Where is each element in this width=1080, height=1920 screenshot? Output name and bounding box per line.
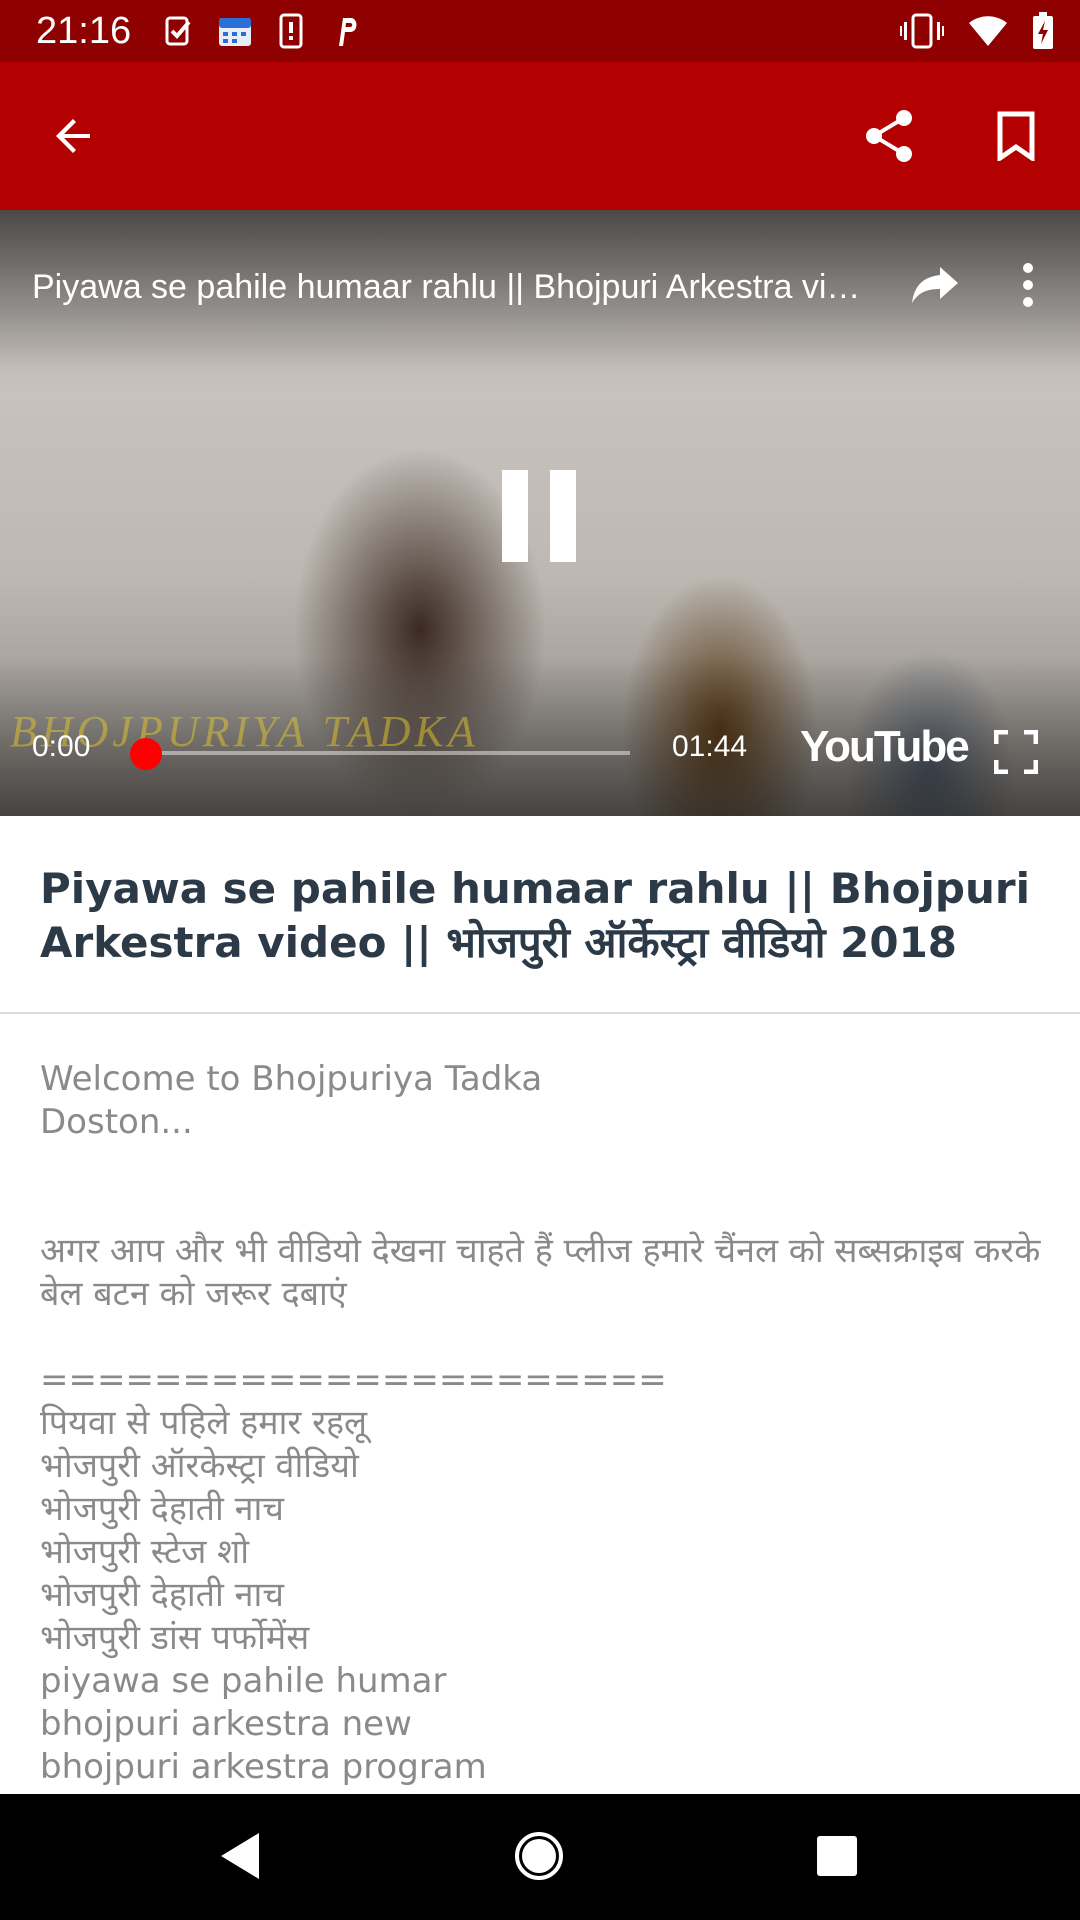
status-notification-icons xyxy=(162,12,364,50)
fullscreen-button[interactable] xyxy=(993,729,1039,775)
page-title: Piyawa se pahile humaar rahlu || Bhojpur… xyxy=(40,864,1030,967)
back-button[interactable] xyxy=(26,88,122,184)
nav-home-button[interactable] xyxy=(494,1816,584,1896)
system-nav-bar xyxy=(0,1794,1080,1920)
description-paragraph: ====================== पियवा से पहिले हम… xyxy=(40,1360,667,1787)
share-button[interactable] xyxy=(842,88,938,184)
nav-recent-icon xyxy=(817,1836,857,1876)
description-paragraph: Welcome to Bhojpuriya Tadka Doston... xyxy=(40,1059,543,1142)
back-arrow-icon xyxy=(56,119,90,153)
share-arrow-icon xyxy=(912,267,958,303)
nav-recent-button[interactable] xyxy=(792,1816,882,1896)
bookmark-button[interactable] xyxy=(968,88,1064,184)
p-app-icon xyxy=(330,12,364,50)
progress-scrubber[interactable] xyxy=(130,738,162,770)
nav-back-button[interactable] xyxy=(196,1816,286,1896)
bookmark-icon xyxy=(997,111,1035,161)
calendar-icon xyxy=(218,12,252,50)
phone-alert-icon xyxy=(274,12,308,50)
pause-button[interactable] xyxy=(494,470,584,562)
video-share-button[interactable] xyxy=(900,250,970,320)
more-vertical-icon xyxy=(1023,263,1033,307)
status-system-icons xyxy=(900,12,1054,54)
fullscreen-icon xyxy=(993,729,1039,775)
video-description: Welcome to Bhojpuriya Tadka Doston... अग… xyxy=(40,1058,1050,1789)
share-icon xyxy=(866,110,912,162)
progress-bar[interactable] xyxy=(144,751,630,755)
video-more-button[interactable] xyxy=(998,250,1058,320)
task-check-icon xyxy=(162,12,196,50)
total-time: 01:44 xyxy=(672,730,748,763)
nav-back-icon xyxy=(221,1833,259,1879)
video-title[interactable]: Piyawa se pahile humaar rahlu || Bhojpur… xyxy=(32,262,862,308)
description-paragraph xyxy=(40,1144,1050,1230)
pause-bar-left xyxy=(502,470,528,562)
title-section: Piyawa se pahile humaar rahlu || Bhojpur… xyxy=(0,816,1080,1014)
nav-home-icon xyxy=(515,1832,563,1880)
video-player[interactable]: Piyawa se pahile humaar rahlu || Bhojpur… xyxy=(0,210,1080,816)
youtube-logo[interactable]: YouTube xyxy=(800,722,970,772)
battery-charging-icon xyxy=(1032,12,1054,54)
current-time: 0:00 xyxy=(32,730,91,763)
status-bar: 21:16 xyxy=(0,0,1080,62)
app-toolbar xyxy=(0,62,1080,210)
status-time: 21:16 xyxy=(36,10,132,52)
description-paragraph: अगर आप और भी वीडियो देखना चाहते हैं प्ली… xyxy=(40,1231,1052,1314)
pause-bar-right xyxy=(550,470,576,562)
wifi-icon xyxy=(968,15,1008,51)
vibrate-icon xyxy=(900,13,944,53)
